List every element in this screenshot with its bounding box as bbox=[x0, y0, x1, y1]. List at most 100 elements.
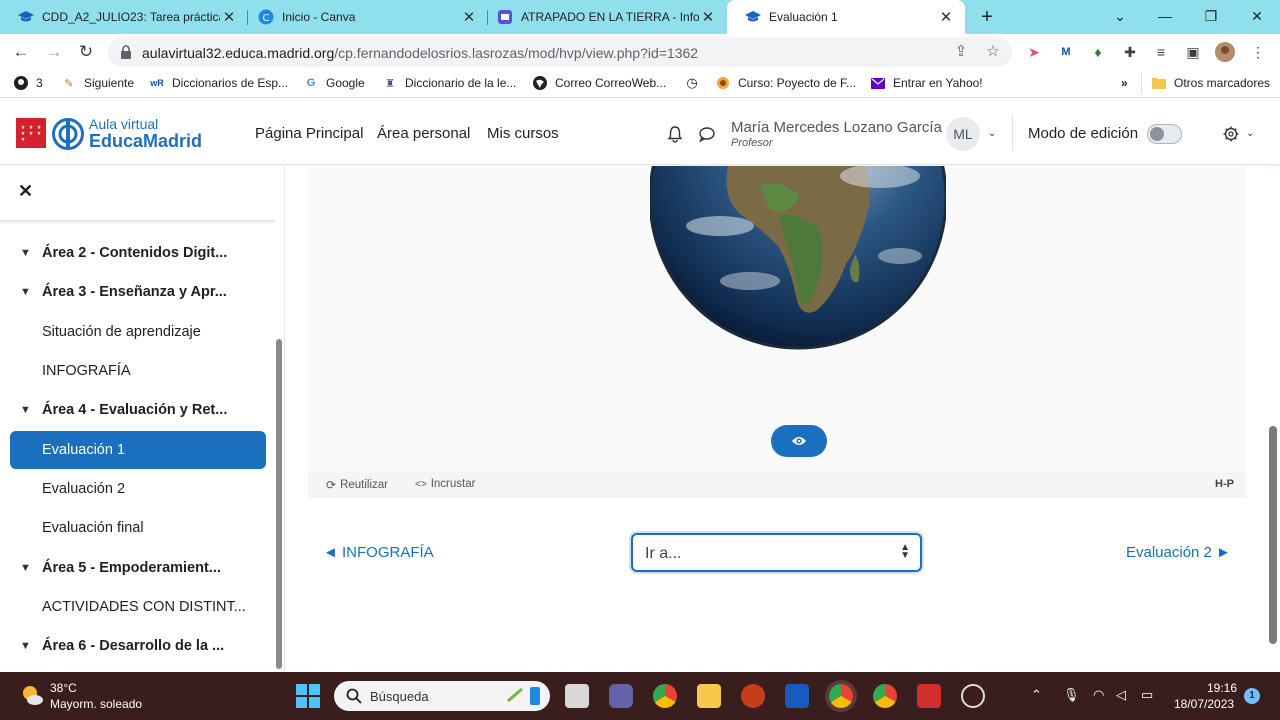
bell-icon[interactable] bbox=[666, 125, 684, 143]
nav-pagina-principal[interactable]: Página Principal bbox=[255, 125, 363, 142]
powerpoint-icon[interactable] bbox=[741, 684, 765, 708]
address-bar[interactable]: aulavirtual32.educa.madrid.org/cp.fernan… bbox=[108, 37, 1012, 67]
share-icon[interactable]: ⇪ bbox=[950, 42, 972, 62]
speaker-icon[interactable]: ◁ bbox=[1116, 687, 1126, 703]
bookmark-item[interactable]: wR Diccionarios de Esp... bbox=[150, 76, 288, 90]
vpn-extension-icon[interactable]: ♦ bbox=[1088, 42, 1108, 62]
more-bookmarks-button[interactable]: » bbox=[1121, 76, 1128, 90]
drawer-scrollbar[interactable] bbox=[276, 339, 282, 669]
page-scrollbar[interactable] bbox=[1269, 426, 1277, 644]
wifi-icon[interactable]: ◠ bbox=[1093, 687, 1104, 703]
taskbar-search-box[interactable]: Búsqueda bbox=[334, 681, 550, 711]
educamadrid-logo-icon[interactable] bbox=[52, 118, 84, 150]
close-icon[interactable]: ✕ bbox=[460, 8, 478, 26]
reading-list-icon[interactable]: ≡ bbox=[1151, 42, 1171, 62]
user-fullname[interactable]: María Mercedes Lozano García bbox=[731, 119, 942, 136]
chevron-down-icon[interactable]: ▼ bbox=[10, 640, 42, 652]
battery-icon[interactable]: ▭ bbox=[1141, 687, 1153, 703]
bookmark-item[interactable]: 3 bbox=[14, 76, 43, 90]
side-panel-icon[interactable]: ▣ bbox=[1183, 42, 1203, 62]
jump-to-activity-select[interactable]: Ir a... ▲ ▼ bbox=[631, 533, 922, 572]
windows-start-icon[interactable] bbox=[296, 684, 320, 711]
bookmark-item[interactable]: Curso: Poyecto de F... bbox=[716, 76, 856, 90]
kebab-menu-icon[interactable]: ⋮ bbox=[1248, 42, 1268, 62]
h5p-logo[interactable]: H-P bbox=[1215, 478, 1234, 490]
other-bookmarks-folder[interactable]: Otros marcadores bbox=[1152, 76, 1270, 90]
course-section-area-3[interactable]: ▼ Área 3 - Enseñanza y Apr... bbox=[10, 273, 266, 311]
chevron-down-icon[interactable]: ▼ bbox=[10, 247, 42, 259]
file-explorer-icon[interactable] bbox=[697, 684, 721, 708]
chevron-down-icon[interactable]: ▼ bbox=[10, 404, 42, 416]
course-activity-infografia[interactable]: INFOGRAFÍA bbox=[10, 352, 266, 390]
nav-area-personal[interactable]: Área personal bbox=[377, 125, 470, 142]
eye-reveal-button[interactable] bbox=[771, 425, 827, 457]
bookmark-item[interactable]: Correo CorreoWeb... bbox=[533, 76, 666, 90]
close-icon[interactable]: ✕ bbox=[18, 182, 34, 200]
bookmark-item[interactable]: Entrar en Yahoo! bbox=[871, 76, 983, 90]
gear-icon[interactable] bbox=[1222, 125, 1240, 143]
chrome-profile-icon[interactable] bbox=[829, 684, 853, 708]
course-section-area-2[interactable]: ▼ Área 2 - Contenidos Digit... bbox=[10, 234, 266, 272]
bookmark-item[interactable]: ♜ Diccionario de la le... bbox=[383, 76, 516, 90]
course-activity-evaluacion-1[interactable]: Evaluación 1 bbox=[10, 431, 266, 469]
acrobat-icon[interactable] bbox=[917, 684, 941, 708]
teams-chat-icon[interactable] bbox=[609, 684, 633, 708]
edit-mode-toggle[interactable] bbox=[1147, 124, 1182, 144]
tab-evaluacion-1[interactable]: Evaluación 1 ✕ bbox=[727, 0, 965, 34]
close-icon[interactable]: ✕ bbox=[699, 8, 717, 26]
settings-chevron-down-icon[interactable]: ⌄ bbox=[1246, 128, 1254, 139]
course-section-area-6[interactable]: ▼ Área 6 - Desarrollo de la ... bbox=[10, 627, 266, 665]
bookmark-item[interactable]: ◷ bbox=[685, 75, 707, 90]
minimize-button[interactable]: — bbox=[1142, 0, 1188, 34]
chrome-icon[interactable] bbox=[653, 684, 677, 708]
reload-icon[interactable]: ↻ bbox=[74, 40, 98, 64]
reuse-button[interactable]: ⟳ Reutilizar bbox=[326, 478, 388, 492]
close-icon[interactable]: ✕ bbox=[937, 8, 955, 26]
mendeley-extension-icon[interactable]: M bbox=[1056, 42, 1076, 62]
star-icon[interactable]: ☆ bbox=[982, 42, 1004, 62]
chevron-down-icon[interactable]: ▼ bbox=[10, 286, 42, 298]
brand-title[interactable]: EducaMadrid bbox=[89, 131, 202, 152]
user-menu-chevron-down-icon[interactable]: ⌄ bbox=[988, 128, 996, 139]
profile-avatar[interactable] bbox=[1215, 42, 1235, 62]
course-activity-situacion[interactable]: Situación de aprendizaje bbox=[10, 313, 266, 351]
weather-description[interactable]: Mayorm. soleado bbox=[50, 697, 142, 711]
new-tab-button[interactable]: + bbox=[975, 5, 999, 29]
chevron-down-icon[interactable]: ▼ bbox=[10, 562, 42, 574]
chat-bubble-icon[interactable] bbox=[698, 125, 716, 143]
tab-canva[interactable]: C Inicio - Canva ✕ bbox=[240, 0, 488, 34]
brand-subtitle[interactable]: Aula virtual bbox=[89, 116, 158, 132]
course-activity-actividades[interactable]: ACTIVIDADES CON DISTINT... bbox=[10, 588, 266, 626]
nav-mis-cursos[interactable]: Mis cursos bbox=[487, 125, 559, 142]
close-icon[interactable]: ✕ bbox=[220, 8, 238, 26]
forward-arrow-icon[interactable]: → bbox=[42, 40, 66, 64]
course-activity-evaluacion-2[interactable]: Evaluación 2 bbox=[10, 470, 266, 508]
user-avatar[interactable]: ML bbox=[946, 117, 980, 151]
task-view-icon[interactable] bbox=[565, 684, 589, 708]
notification-badge[interactable]: 1 bbox=[1244, 688, 1260, 704]
course-section-area-5[interactable]: ▼ Área 5 - Empoderamient... bbox=[10, 549, 266, 587]
previous-activity-link[interactable]: ◄ INFOGRAFÍA bbox=[323, 544, 434, 561]
clock-date[interactable]: 18/07/2023 bbox=[1174, 697, 1234, 711]
tab-atrapado[interactable]: ATRAPADO EN LA TIERRA - Infog ✕ bbox=[479, 0, 727, 34]
chrome-icon[interactable] bbox=[873, 684, 897, 708]
obs-icon[interactable] bbox=[961, 684, 985, 708]
word-icon[interactable] bbox=[785, 684, 809, 708]
course-activity-evaluacion-final[interactable]: Evaluación final bbox=[10, 509, 266, 547]
bookmark-item[interactable]: ✎ Siguiente bbox=[62, 76, 134, 90]
restore-button[interactable]: ❐ bbox=[1188, 0, 1234, 34]
bookmark-item[interactable]: G Google bbox=[304, 76, 365, 90]
embed-button[interactable]: <> Incrustar bbox=[415, 478, 475, 490]
tab-cdd-tarea[interactable]: CDD_A2_JULIO23: Tarea práctica ✕ bbox=[0, 0, 248, 34]
extensions-puzzle-icon[interactable]: ✚ bbox=[1120, 42, 1140, 62]
tab-search-chevron-icon[interactable]: ⌄ bbox=[1097, 0, 1143, 34]
sun-cloud-weather-icon[interactable] bbox=[20, 684, 44, 709]
comunidad-madrid-flag-logo[interactable] bbox=[16, 118, 46, 148]
lock-icon[interactable] bbox=[120, 45, 132, 62]
back-arrow-icon[interactable]: ← bbox=[9, 40, 33, 64]
window-close-button[interactable]: ✕ bbox=[1234, 0, 1280, 34]
microphone-icon[interactable]: 🎙 bbox=[1063, 687, 1080, 703]
course-section-area-4[interactable]: ▼ Área 4 - Evaluación y Ret... bbox=[10, 391, 266, 429]
screencastify-extension-icon[interactable]: ➤ bbox=[1024, 42, 1044, 62]
weather-temperature[interactable]: 38°C bbox=[50, 681, 77, 695]
